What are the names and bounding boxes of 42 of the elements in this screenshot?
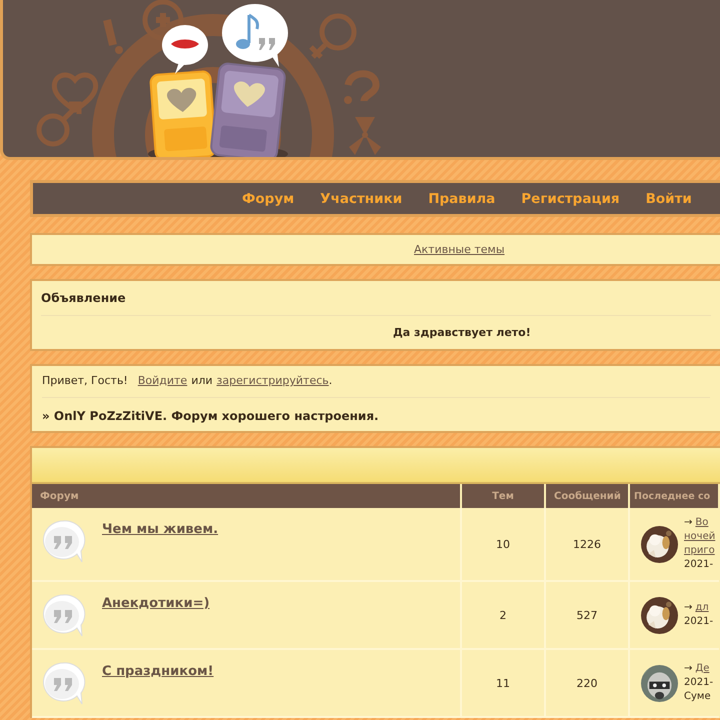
topics-count: 2 <box>461 581 545 649</box>
column-header: Сообщений <box>545 484 629 508</box>
arrow-icon: → <box>684 662 692 676</box>
forum-link[interactable]: Чем мы живем. <box>102 522 218 537</box>
column-header: Форум <box>32 484 461 508</box>
period-text: . <box>328 374 332 387</box>
forum-link[interactable]: С праздником! <box>102 664 214 679</box>
quote-bubble-icon <box>40 660 86 706</box>
topics-count: 11 <box>461 649 545 717</box>
or-text: или <box>191 374 213 387</box>
arrow-icon: → <box>684 516 692 530</box>
last-post-meta: 2021- <box>684 676 714 690</box>
nav-link[interactable]: Войти <box>646 190 692 206</box>
quote-bubble-icon <box>40 518 86 564</box>
greeting-text: Привет, Гость! <box>42 374 128 387</box>
last-post-link[interactable]: дл <box>695 601 709 615</box>
board-title: » OnlY PoZzZitiVE. Форум хорошего настроения. <box>42 408 380 423</box>
last-post-meta: Суме <box>684 690 712 704</box>
last-post-link[interactable]: Де <box>695 662 710 676</box>
last-post-meta: 2021- <box>684 615 714 629</box>
last-post-meta: 2021- <box>684 558 714 572</box>
nav-link[interactable]: Регистрация <box>521 190 620 206</box>
login-link[interactable]: Войдите <box>138 374 188 387</box>
forum-link[interactable]: Анекдотики=) <box>102 596 210 611</box>
posts-count: 527 <box>545 581 629 649</box>
announcement-text: Да здравствует лето! <box>392 325 532 339</box>
last-post-link[interactable]: Во <box>695 516 708 530</box>
posts-count: 220 <box>545 649 629 717</box>
quote-bubble-icon <box>40 592 86 638</box>
topics-count: 10 <box>461 508 545 581</box>
active-topics-link[interactable]: Активные темы <box>414 243 505 256</box>
last-post-link[interactable]: ночей <box>684 530 716 544</box>
register-link[interactable]: зарегистрируйтесь <box>216 374 329 387</box>
arrow-icon: → <box>684 601 692 615</box>
last-post-link[interactable]: приго <box>684 544 715 558</box>
column-header: Тем <box>461 484 545 508</box>
announcement-title: Объявление <box>41 289 711 316</box>
nav-link[interactable]: Правила <box>428 190 496 206</box>
nav-link[interactable]: Форум <box>242 190 294 206</box>
posts-count: 1226 <box>545 508 629 581</box>
column-header: Последнее со <box>629 484 719 508</box>
nav-link[interactable]: Участники <box>320 190 402 206</box>
